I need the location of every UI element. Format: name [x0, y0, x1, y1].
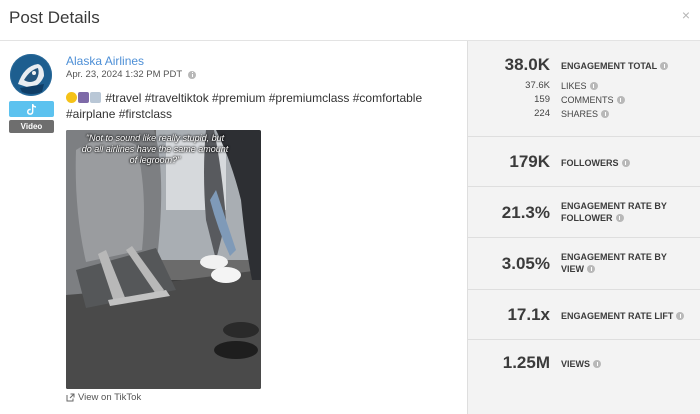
external-link-icon	[66, 393, 75, 402]
sunglasses-emoji-icon	[66, 92, 77, 103]
engagement-total-label: ENGAGEMENT TOTAL	[561, 60, 669, 72]
info-icon[interactable]	[660, 62, 669, 70]
video-badge: Video	[9, 120, 54, 133]
info-icon[interactable]	[616, 96, 625, 104]
rate-follower-label-line2: FOLLOWER	[561, 213, 613, 223]
video-thumbnail[interactable]: "Not to sound like really stupid, but do…	[66, 130, 261, 389]
info-icon[interactable]	[676, 312, 685, 320]
comments-label: COMMENTS	[561, 95, 625, 105]
likes-value: 37.6K	[525, 80, 550, 91]
info-icon[interactable]	[593, 360, 602, 368]
info-icon[interactable]	[188, 70, 197, 79]
post-date: Apr. 23, 2024 1:32 PM PDT	[66, 69, 197, 80]
post-date-text: Apr. 23, 2024 1:32 PM PDT	[66, 69, 183, 80]
metric-engagement-rate-follower: 21.3% ENGAGEMENT RATE BY FOLLOWER	[468, 187, 700, 238]
rate-follower-value: 21.3%	[501, 203, 550, 222]
close-icon[interactable]: ×	[682, 7, 690, 23]
followers-value: 179K	[509, 152, 550, 171]
comments-label-text: COMMENTS	[561, 95, 614, 105]
metric-engagement-rate-view: 3.05% ENGAGEMENT RATE BY VIEW	[468, 238, 700, 290]
modal-header: Post Details ×	[0, 0, 700, 41]
tiktok-icon	[27, 103, 36, 115]
thumbnail-overlay-text: "Not to sound like really stupid, but do…	[81, 133, 229, 165]
followers-label-text: FOLLOWERS	[561, 158, 619, 168]
rate-view-value: 3.05%	[501, 254, 550, 273]
rate-view-label: ENGAGEMENT RATE BY VIEW	[561, 251, 667, 275]
followers-label: FOLLOWERS	[561, 157, 630, 169]
rate-lift-label-text: ENGAGEMENT RATE LIFT	[561, 311, 674, 321]
rate-follower-label-line1: ENGAGEMENT RATE BY	[561, 201, 667, 211]
engagement-total-label-text: ENGAGEMENT TOTAL	[561, 61, 658, 71]
modal-title: Post Details	[9, 8, 100, 27]
caption-line-1: #travel #traveltiktok #premium #premiumc…	[105, 91, 423, 105]
shares-label: SHARES	[561, 109, 610, 119]
post-panel: Video Alaska Airlines Apr. 23, 2024 1:32…	[0, 41, 467, 414]
metric-followers: 179K FOLLOWERS	[468, 137, 700, 187]
engagement-total-value: 38.0K	[504, 55, 550, 74]
rate-view-label-line1: ENGAGEMENT RATE BY	[561, 252, 667, 262]
comments-value: 159	[534, 94, 550, 105]
author-link[interactable]: Alaska Airlines	[66, 54, 144, 68]
likes-label: LIKES	[561, 81, 598, 91]
metrics-panel: 38.0K ENGAGEMENT TOTAL 37.6K LIKES 159 C…	[467, 41, 700, 414]
info-icon[interactable]	[589, 82, 598, 90]
sparkle-emoji-icon	[90, 92, 101, 103]
info-icon[interactable]	[587, 265, 596, 273]
seat-emoji-icon	[78, 92, 89, 103]
info-icon[interactable]	[601, 110, 610, 118]
avatar[interactable]	[10, 54, 52, 96]
views-label: VIEWS	[561, 358, 602, 370]
metric-engagement-rate-lift: 17.1x ENGAGEMENT RATE LIFT	[468, 290, 700, 340]
view-on-tiktok-link[interactable]: View on TikTok	[66, 392, 141, 403]
info-icon[interactable]	[621, 159, 630, 167]
views-label-text: VIEWS	[561, 359, 591, 369]
rate-lift-value: 17.1x	[507, 305, 550, 324]
likes-label-text: LIKES	[561, 81, 587, 91]
info-icon[interactable]	[615, 214, 624, 222]
caption-line-2: #airplane #firstclass	[66, 107, 173, 121]
metric-engagement-total: 38.0K ENGAGEMENT TOTAL 37.6K LIKES 159 C…	[468, 41, 700, 137]
metric-views: 1.25M VIEWS	[468, 340, 700, 414]
rate-view-label-line2: VIEW	[561, 264, 585, 274]
post-caption: #travel #traveltiktok #premium #premiumc…	[66, 90, 456, 122]
views-value: 1.25M	[502, 353, 550, 372]
tiktok-badge	[9, 101, 54, 117]
rate-lift-label: ENGAGEMENT RATE LIFT	[561, 310, 685, 322]
shares-value: 224	[534, 108, 550, 119]
shares-label-text: SHARES	[561, 109, 599, 119]
view-on-tiktok-label: View on TikTok	[78, 392, 142, 403]
rate-follower-label: ENGAGEMENT RATE BY FOLLOWER	[561, 200, 667, 224]
